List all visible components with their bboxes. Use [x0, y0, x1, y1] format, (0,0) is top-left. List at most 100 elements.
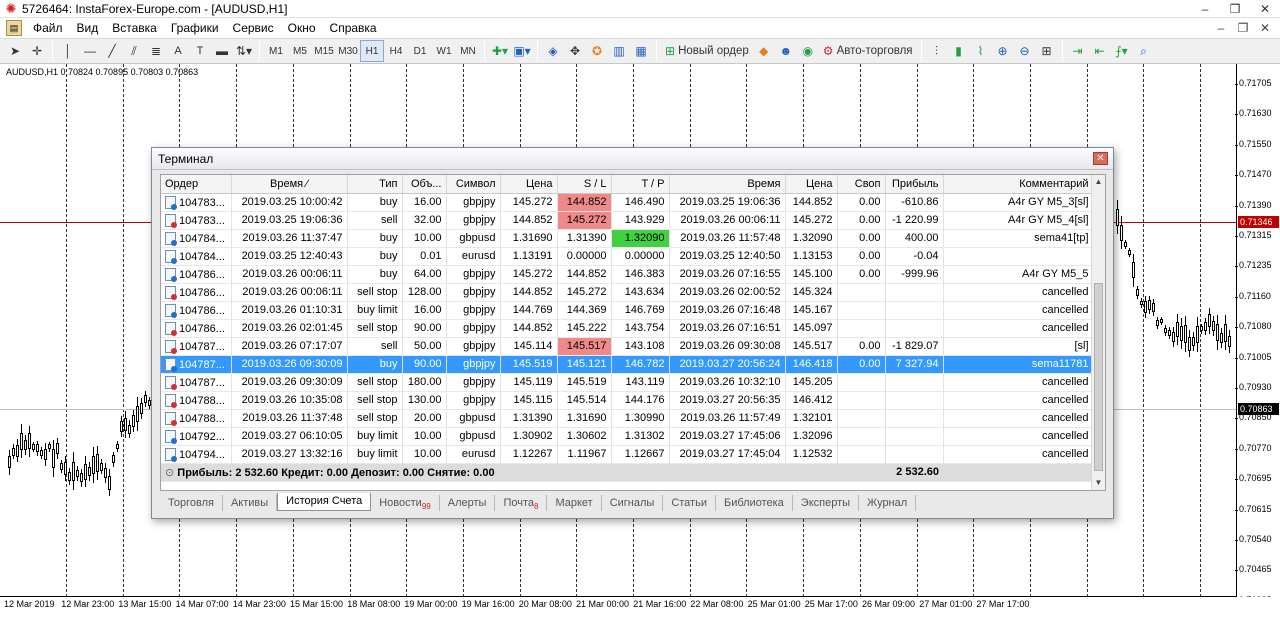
signals-button[interactable]: ◆ — [753, 40, 775, 62]
timeframe-w1[interactable]: W1 — [432, 40, 456, 62]
table-row[interactable]: 104792... 2019.03.27 06:10:05 buy limit 10.… — [161, 427, 1094, 446]
table-row[interactable]: 104784... 2019.03.25 12:40:43 buy 0.01 eurus… — [161, 247, 1094, 266]
price-axis[interactable]: 0.71705 0.71630 0.71550 0.71470 0.71390 0.713… — [1235, 64, 1280, 605]
col-tp[interactable]: T / P — [611, 175, 670, 194]
tab-4[interactable]: Алерты — [440, 495, 496, 511]
timeframe-m5[interactable]: M5 — [288, 40, 312, 62]
strategy-tester-button[interactable]: ▦ — [630, 40, 652, 62]
close-button[interactable]: ✕ — [1250, 0, 1280, 18]
market-watch-button[interactable]: ◈ — [542, 40, 564, 62]
timeframe-h4[interactable]: H4 — [384, 40, 408, 62]
minimize-button[interactable]: – — [1190, 0, 1220, 18]
history-scrollbar[interactable]: ▲ ▼ — [1091, 175, 1105, 490]
table-row[interactable]: 104783... 2019.03.25 19:06:36 sell 32.00 gbp… — [161, 211, 1094, 230]
search-button[interactable]: ⌕ — [1133, 40, 1155, 62]
text-tool-button[interactable]: A — [167, 40, 189, 62]
rectangle-tool-button[interactable]: ▬ — [211, 40, 233, 62]
col-close-time[interactable]: Время — [669, 175, 786, 194]
tab-0[interactable]: Торговля — [160, 495, 223, 511]
col-symbol[interactable]: Символ — [446, 175, 501, 194]
scroll-up-icon[interactable]: ▲ — [1092, 175, 1105, 189]
timeframe-m30[interactable]: M30 — [336, 40, 360, 62]
maximize-button[interactable]: ❐ — [1220, 0, 1250, 18]
trendline-button[interactable]: ╱ — [101, 40, 123, 62]
timeframe-mn[interactable]: MN — [456, 40, 480, 62]
table-row[interactable]: 104787... 2019.03.26 07:17:07 sell 50.00 gbp… — [161, 337, 1094, 356]
col-swap[interactable]: Своп — [837, 175, 886, 194]
menu-window[interactable]: Окно — [281, 18, 323, 38]
shapes-dropdown-button[interactable]: ⇅▾ — [233, 40, 255, 62]
cursor-tool-button[interactable]: ➤ — [4, 40, 26, 62]
tab-10[interactable]: Эксперты — [793, 495, 860, 511]
candlestick-button[interactable]: ▮ — [948, 40, 970, 62]
tab-3[interactable]: Новости99 — [371, 495, 440, 511]
channel-button[interactable]: ⫽ — [123, 40, 145, 62]
table-row[interactable]: 104784... 2019.03.26 11:37:47 buy 10.00 gbpu… — [161, 229, 1094, 248]
bar-chart-button[interactable]: ⫶ — [926, 40, 948, 62]
menu-file[interactable]: Файл — [26, 18, 70, 38]
horizontal-line-button[interactable]: ― — [79, 40, 101, 62]
zoom-out-button[interactable]: ⊖ — [1014, 40, 1036, 62]
mdi-restore-button[interactable]: ❐ — [1232, 20, 1254, 36]
profiles-button[interactable]: ▣▾ — [511, 40, 533, 62]
zoom-in-button[interactable]: ⊕ — [992, 40, 1014, 62]
col-order[interactable]: Ордер — [161, 175, 232, 194]
tab-9[interactable]: Библиотека — [716, 495, 793, 511]
line-chart-button[interactable]: ⌇ — [970, 40, 992, 62]
mdi-minimize-button[interactable]: – — [1210, 20, 1232, 36]
tab-7[interactable]: Сигналы — [602, 495, 664, 511]
timeframe-m1[interactable]: M1 — [264, 40, 288, 62]
community-button[interactable]: ☻ — [775, 40, 797, 62]
col-type[interactable]: Тип — [347, 175, 403, 194]
timeframe-h1[interactable]: H1 — [360, 40, 384, 62]
tab-8[interactable]: Статьи — [663, 495, 716, 511]
table-row[interactable]: 104794... 2019.03.27 13:32:16 buy limit 10.… — [161, 445, 1094, 464]
autotrading-button[interactable]: ⚙ Авто-торговля — [819, 40, 917, 62]
menu-tools[interactable]: Сервис — [226, 18, 281, 38]
tab-5[interactable]: Почта8 — [495, 495, 548, 511]
col-open-time[interactable]: Время ⁄ — [231, 175, 348, 194]
terminal-close-button[interactable]: ✕ — [1093, 152, 1108, 165]
mdi-close-button[interactable]: ✕ — [1254, 20, 1276, 36]
menu-insert[interactable]: Вставка — [105, 18, 164, 38]
new-chart-button[interactable]: ✚▾ — [489, 40, 511, 62]
table-row[interactable]: 104787... 2019.03.26 09:30:09 buy 90.00 gbpj… — [161, 355, 1094, 374]
col-comment[interactable]: Комментарий — [943, 175, 1094, 194]
scroll-down-icon[interactable]: ▼ — [1092, 476, 1105, 490]
chart-shift-button[interactable]: ⇤ — [1089, 40, 1111, 62]
col-volume[interactable]: Объ... — [402, 175, 447, 194]
crosshair-tool-button[interactable]: ✛ — [26, 40, 48, 62]
auto-scroll-button[interactable]: ⇥ — [1067, 40, 1089, 62]
chart-document-icon[interactable]: ▤ — [6, 20, 22, 36]
fibo-button[interactable]: ≣ — [145, 40, 167, 62]
table-row[interactable]: 104786... 2019.03.26 00:06:11 buy 64.00 gbpj… — [161, 265, 1094, 284]
new-order-button[interactable]: ⊞ Новый ордер — [661, 40, 753, 62]
time-axis[interactable]: 12 Mar 2019 12 Mar 23:00 13 Mar 15:00 14 Ma… — [0, 597, 1280, 617]
scroll-thumb[interactable] — [1094, 283, 1103, 471]
navigator-button[interactable]: ✥ — [564, 40, 586, 62]
indicators-button[interactable]: ⨍▾ — [1111, 40, 1133, 62]
table-row[interactable]: 104783... 2019.03.25 10:00:42 buy 16.00 gbpj… — [161, 193, 1094, 212]
tab-11[interactable]: Журнал — [859, 495, 917, 511]
col-close-price[interactable]: Цена — [785, 175, 838, 194]
menu-help[interactable]: Справка — [323, 18, 384, 38]
tab-2[interactable]: История Счета — [277, 493, 372, 511]
table-row[interactable]: 104786... 2019.03.26 02:01:45 sell stop 90.… — [161, 319, 1094, 338]
col-profit[interactable]: Прибыль — [885, 175, 944, 194]
tab-1[interactable]: Активы — [223, 495, 278, 511]
vps-button[interactable]: ◉ — [797, 40, 819, 62]
data-window-button[interactable]: ✪ — [586, 40, 608, 62]
col-sl[interactable]: S / L — [557, 175, 612, 194]
table-row[interactable]: 104786... 2019.03.26 01:10:31 buy limit 16.… — [161, 301, 1094, 320]
col-price[interactable]: Цена — [500, 175, 558, 194]
table-row[interactable]: 104787... 2019.03.26 09:30:09 sell stop 180… — [161, 373, 1094, 392]
menu-charts[interactable]: Графики — [164, 18, 226, 38]
label-tool-button[interactable]: T — [189, 40, 211, 62]
table-row[interactable]: 104788... 2019.03.26 11:37:48 sell stop 20.… — [161, 409, 1094, 428]
vertical-line-button[interactable]: │ — [57, 40, 79, 62]
table-row[interactable]: 104786... 2019.03.26 00:06:11 sell stop 128… — [161, 283, 1094, 302]
tab-6[interactable]: Маркет — [547, 495, 602, 511]
table-row[interactable]: 104788... 2019.03.26 10:35:08 sell stop 130… — [161, 391, 1094, 410]
tile-windows-button[interactable]: ⊞ — [1036, 40, 1058, 62]
menu-view[interactable]: Вид — [70, 18, 106, 38]
